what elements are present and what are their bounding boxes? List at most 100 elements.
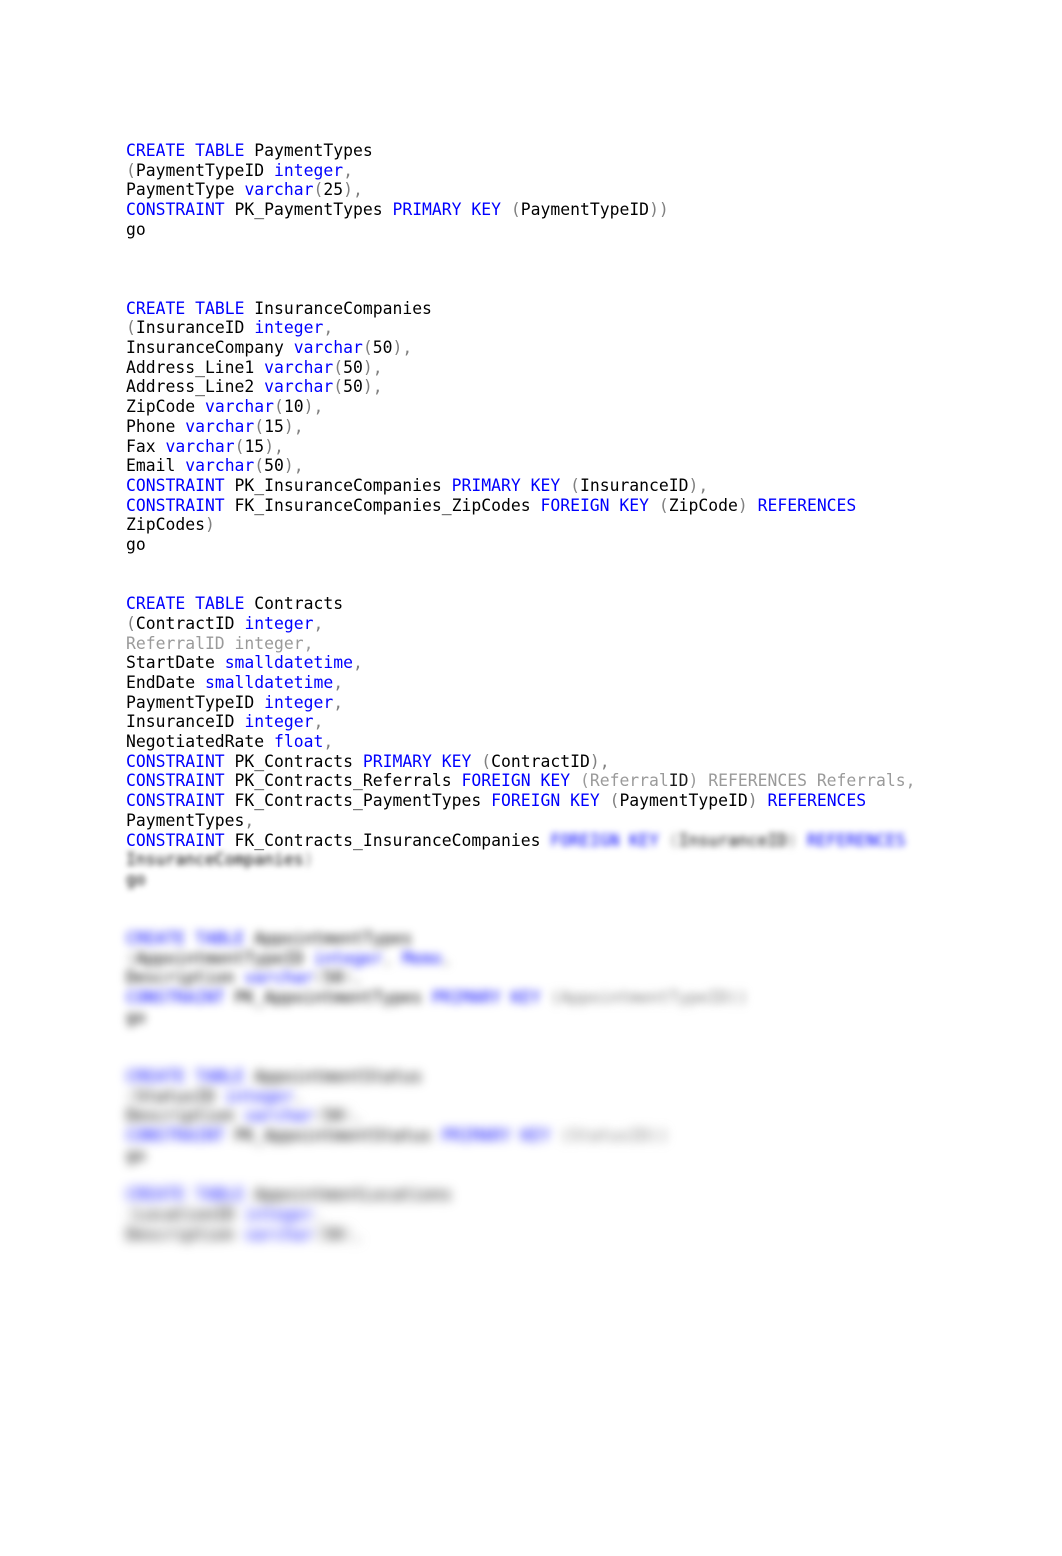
code-token: ( <box>333 377 344 397</box>
code-token: ), <box>362 377 383 397</box>
code-token: FK_Contracts_InsuranceCompanies <box>224 830 551 850</box>
code-token: EndDate <box>126 672 196 692</box>
code-line: CONSTRAINT PK_Contracts_Referrals FOREIG… <box>126 771 1026 791</box>
code-token: PK_Contracts_Referrals <box>224 771 462 791</box>
code-token: PaymentTypeID <box>520 200 650 220</box>
code-token: CREATE <box>126 141 186 160</box>
code-line: PaymentTypeID integer, <box>126 693 1026 713</box>
code-token: PaymentTypeID <box>126 692 255 712</box>
code-token: ) <box>747 791 758 811</box>
code-token: FOREIGN <box>461 771 531 791</box>
code-token: ( <box>126 160 136 180</box>
code-line: Description varchar(50), <box>126 968 1026 988</box>
code-token: go <box>126 535 146 555</box>
code-line: (ContractID integer, <box>126 614 1026 634</box>
code-token: PRIMARY <box>362 751 432 771</box>
code-line: (InsuranceID integer, <box>126 318 1026 338</box>
code-token: integer <box>224 1086 294 1106</box>
code-token: , <box>323 318 334 338</box>
blurred-code-fragment: FOREIGN KEY (InsuranceID) REFERENCES <box>550 831 905 851</box>
code-token: ( <box>658 495 669 515</box>
code-token: ), <box>343 180 363 200</box>
code-token: ( <box>126 318 136 338</box>
code-token: (Referral <box>579 771 669 791</box>
code-token: PaymentTypeID <box>135 160 265 180</box>
code-token: CONSTRAINT <box>126 495 225 515</box>
code-token: 50 <box>264 456 284 476</box>
code-token: FOREIGN <box>540 495 610 515</box>
code-line: (LocationID integer, <box>126 1205 1026 1225</box>
code-line: (AppointmentTypeID integer, Memo, <box>126 949 1026 969</box>
code-token: AppointmentTypes <box>244 929 413 949</box>
code-token: )) <box>727 988 748 1008</box>
code-token: CONSTRAINT <box>126 475 225 495</box>
code-token: CONSTRAINT <box>126 1126 225 1146</box>
code-token: ( <box>313 1224 324 1244</box>
code-token: , <box>333 672 344 692</box>
code-token: AppointmentTypeID <box>135 948 304 968</box>
code-token: ( <box>254 456 265 476</box>
code-token: Email <box>126 456 176 476</box>
code-token: ( <box>510 200 521 220</box>
code-token: AppointmentLocations <box>244 1185 452 1205</box>
code-token: )) <box>649 1126 669 1146</box>
code-token: 25 <box>323 180 344 200</box>
code-token: PK_InsuranceCompanies <box>224 475 452 495</box>
code-token: KEY <box>471 200 502 220</box>
code-token: CREATE <box>126 594 186 614</box>
code-line: InsuranceCompany varchar(50), <box>126 338 1026 358</box>
code-token: PRIMARY <box>441 1126 511 1146</box>
code-token: )) <box>649 200 669 220</box>
code-line: CREATE TABLE InsuranceCompanies <box>126 299 1026 319</box>
code-token: Description <box>126 1224 235 1244</box>
code-line: NegotiatedRate float, <box>126 732 1026 752</box>
code-token: , <box>382 948 403 968</box>
code-token: LocationID <box>135 1204 235 1224</box>
code-token: , <box>293 1086 304 1106</box>
code-token: ( <box>126 948 136 968</box>
code-token: 50 <box>372 337 393 357</box>
code-line: CONSTRAINT FK_InsuranceCompanies_ZipCode… <box>126 496 1026 516</box>
code-line: CREATE TABLE AppointmentTypes <box>126 929 1026 949</box>
code-token: varchar <box>293 337 363 357</box>
code-token: KEY <box>540 771 571 791</box>
code-token: varchar <box>185 416 255 436</box>
code-line: CONSTRAINT PK_AppointmentTypes PRIMARY K… <box>126 988 1026 1008</box>
code-token: , <box>313 1204 324 1224</box>
code-token: CONSTRAINT <box>126 200 225 220</box>
code-token: CONSTRAINT <box>126 830 225 850</box>
code-line: Address_Line2 varchar(50), <box>126 377 1026 397</box>
code-token: 15 <box>264 416 284 436</box>
code-token: , <box>323 732 334 752</box>
code-token: KEY <box>510 988 541 1008</box>
code-token: TABLE <box>195 1185 245 1205</box>
code-token: ( <box>609 791 620 811</box>
code-line: PaymentTypes, <box>126 811 1026 831</box>
document-page: CREATE TABLE PaymentTypes (PaymentTypeID … <box>0 0 1062 1556</box>
code-token: PaymentTypeID <box>619 791 748 811</box>
code-line: ZipCode varchar(10), <box>126 397 1026 417</box>
code-token: CONSTRAINT <box>126 751 225 771</box>
code-token: CREATE <box>126 1185 186 1205</box>
code-line: go <box>126 1008 1026 1028</box>
create-table-paymenttypes: CREATE TABLE PaymentTypes (PaymentTypeID … <box>126 141 1026 240</box>
code-token: ), <box>343 1106 363 1126</box>
code-line: StartDate smalldatetime, <box>126 653 1026 673</box>
spacer-4 <box>126 1028 1026 1067</box>
